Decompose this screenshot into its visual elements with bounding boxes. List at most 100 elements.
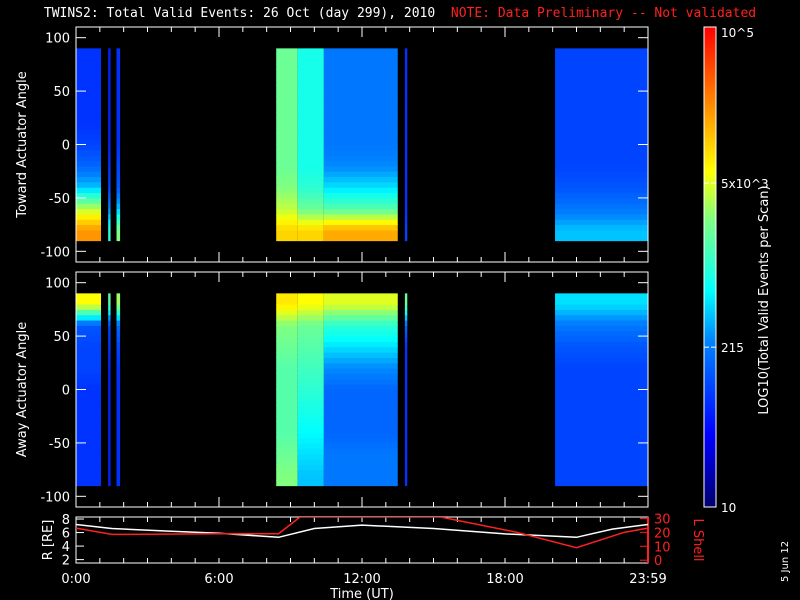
heatmap-cell [76, 314, 102, 321]
heatmap-cell [297, 474, 324, 481]
heatmap-cell [404, 197, 408, 204]
heatmap-cell [555, 128, 648, 135]
heatmap-cell [297, 197, 324, 204]
heatmap-cell [76, 394, 102, 401]
heatmap-cell [297, 165, 324, 172]
heatmap-cell [297, 123, 324, 129]
heatmap-cell [108, 309, 111, 316]
heatmap-cell [116, 304, 121, 310]
heatmap-cell [108, 144, 111, 151]
heatmap-cell [297, 69, 324, 76]
heatmap-cell [76, 453, 102, 460]
heatmap-cell [76, 160, 102, 167]
heatmap-cell [555, 298, 648, 305]
heatmap-cell [116, 165, 121, 172]
heatmap-cell [108, 304, 111, 310]
heatmap-cell [555, 469, 648, 476]
heatmap-cell [108, 107, 111, 113]
heatmap-cell [116, 91, 121, 97]
heatmap-cell [108, 410, 111, 417]
heatmap-cell [276, 203, 298, 210]
heatmap-cell [116, 48, 121, 55]
heatmap-cell [76, 208, 102, 215]
heatmap-cell [297, 128, 324, 135]
heatmap-cell [323, 368, 398, 374]
heatmap-cell [116, 176, 121, 183]
heatmap-cell [404, 410, 408, 417]
heatmap-cell [276, 171, 298, 178]
heatmap-cell [323, 330, 398, 337]
heatmap-cell [116, 410, 121, 417]
heatmap-cell [404, 181, 408, 188]
heatmap-cell [323, 224, 398, 231]
heatmap-cell [297, 330, 324, 337]
heatmap-cell [116, 75, 121, 81]
heatmap-cell [116, 203, 121, 210]
heatmap-cell [116, 453, 121, 460]
heatmap-cell [276, 298, 298, 305]
heatmap-cell [76, 112, 102, 119]
heatmap-cell [276, 64, 298, 71]
heatmap-cell [555, 437, 648, 444]
heatmap-cell [323, 213, 398, 220]
heatmap-cell [76, 219, 102, 226]
heatmap-cell [297, 400, 324, 407]
heatmap-cell [555, 160, 648, 167]
heatmap-cell [116, 123, 121, 129]
heatmap-cell [555, 75, 648, 81]
heatmap-cell [404, 224, 408, 231]
heatmap-cell [555, 336, 648, 342]
heatmap-cell [297, 144, 324, 151]
heatmap-cell [276, 309, 298, 316]
heatmap-cell [323, 203, 398, 210]
heatmap-cell [276, 235, 298, 242]
heatmap-cell [555, 85, 648, 92]
heatmap-cell [108, 155, 111, 162]
heatmap-cell [108, 373, 111, 380]
heatmap-cell [276, 139, 298, 145]
heatmap-cell [323, 357, 398, 364]
heatmap-cell [404, 378, 408, 385]
heatmap-cell [404, 59, 408, 65]
panel-frame [75, 516, 649, 564]
y-tick-label: -100 [40, 490, 70, 505]
heatmap-cell [108, 293, 111, 300]
heatmap-cell [76, 96, 102, 103]
heatmap-cell [108, 453, 111, 460]
heatmap-cell [297, 59, 324, 65]
heatmap-cell [404, 85, 408, 92]
heatmap-cell [297, 432, 324, 439]
heatmap-cell [555, 229, 648, 236]
heatmap-cell [555, 432, 648, 439]
heatmap-cell [404, 235, 408, 242]
heatmap-cell [76, 416, 102, 423]
heatmap-cell [76, 187, 102, 194]
heatmap-cell [297, 304, 324, 310]
heatmap-cell [276, 442, 298, 449]
heatmap-cell [555, 96, 648, 103]
heatmap-cell [404, 309, 408, 316]
heatmap-cell [108, 416, 111, 423]
heatmap-cell [108, 85, 111, 92]
heatmap-cell [116, 59, 121, 65]
heatmap-cell [108, 325, 111, 332]
heatmap-cell [404, 219, 408, 226]
heatmap-cell [108, 314, 111, 321]
heatmap-cell [108, 368, 111, 374]
heatmap-cell [297, 458, 324, 465]
heatmap-cell [108, 181, 111, 188]
heatmap-cell [108, 469, 111, 476]
heatmap-cell [323, 69, 398, 76]
heatmap-cell [323, 336, 398, 342]
heatmap-cell [108, 187, 111, 194]
heatmap-cell [404, 437, 408, 444]
heatmap-cell [276, 464, 298, 471]
heatmap-cell [108, 426, 111, 433]
heatmap-cell [276, 144, 298, 151]
heatmap-cell [323, 469, 398, 476]
heatmap-cell [297, 75, 324, 81]
y-tick-label: 100 [45, 277, 70, 292]
heatmap-cell [297, 298, 324, 305]
heatmap-cell [555, 123, 648, 129]
heatmap-cell [276, 59, 298, 65]
